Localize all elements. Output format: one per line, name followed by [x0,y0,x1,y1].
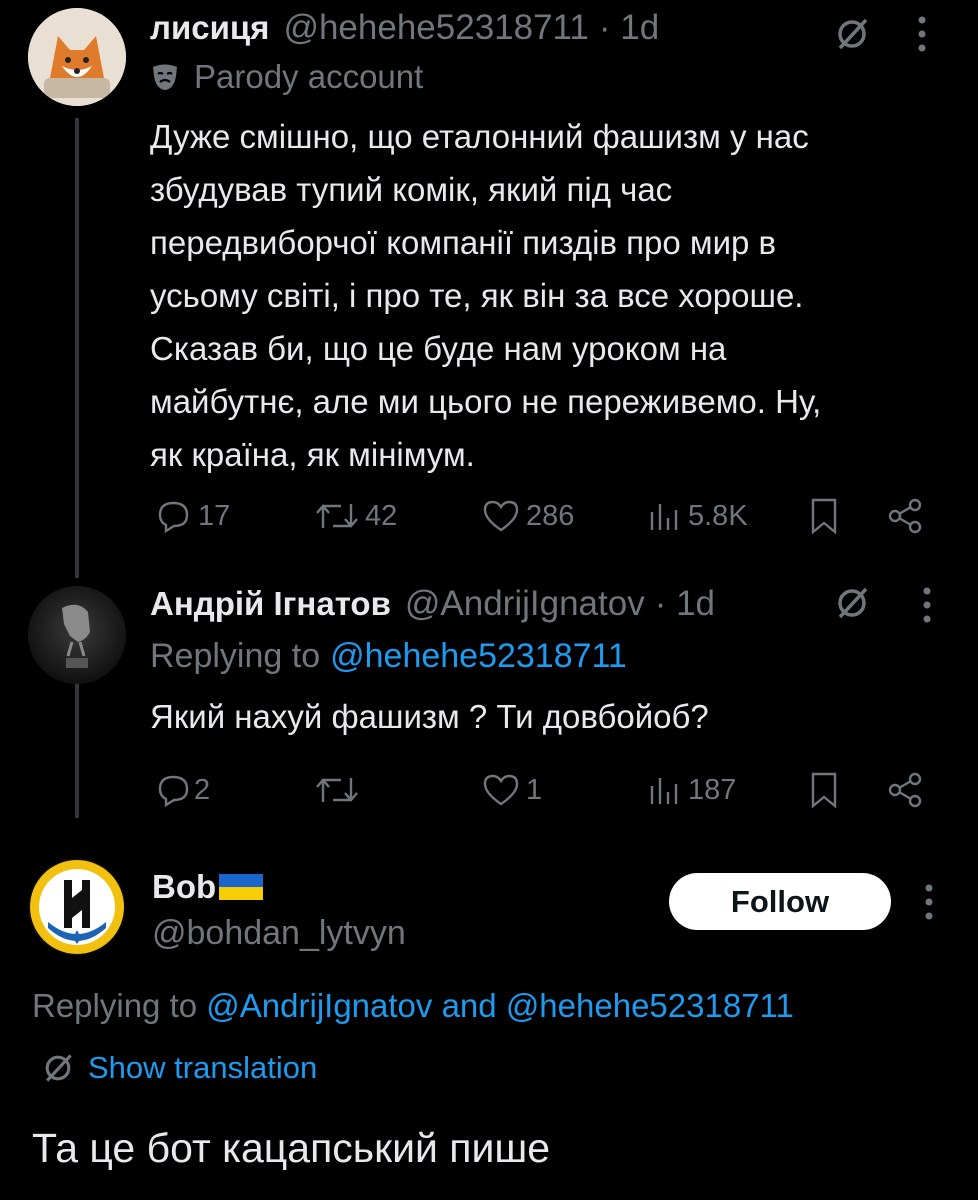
reply-icon [158,775,189,808]
reply-button[interactable]: 17 [156,491,230,541]
show-translation-link[interactable]: Show translation [40,1050,317,1086]
tweet-text: Який нахуй фашизм ? Ти довбойоб? [150,698,709,735]
bookmark-icon [811,772,837,809]
like-button[interactable]: 1 [482,765,542,815]
tweet-actions: 2 1 187 [150,765,930,815]
text-line: майбутнє, але ми цього не переживемо. Ну… [150,383,822,420]
thread-line-2 [75,678,79,818]
parody-label: Parody account [150,58,423,96]
more-options-icon[interactable] [915,12,929,61]
text-line: як країна, як мінімум. [150,436,475,473]
like-button[interactable]: 286 [482,491,574,541]
more-options-icon[interactable] [920,583,934,632]
share-button[interactable] [885,491,925,541]
translate-icon [45,1054,72,1082]
handle[interactable]: @AndrijIgnatov [405,584,645,624]
timestamp[interactable]: · 1d [599,8,659,48]
repost-button[interactable] [315,765,365,815]
timestamp[interactable]: · 1d [655,584,715,624]
display-name-row: Bob [152,868,264,906]
replying-to: Replying to @hehehe52318711 [150,637,627,676]
text-line: збудував тупий комік, який під час [150,171,673,208]
heart-icon [483,774,519,806]
text-line: усьому світі, і про те, як він за все хо… [150,277,804,314]
views-button[interactable]: 5.8K [648,491,748,541]
tweet-header: лисиця @hehehe52318711 · 1d [150,8,659,48]
avatar[interactable] [28,8,126,106]
share-icon [888,772,922,808]
tweet-actions: 17 42 286 5.8K [150,491,930,541]
repost-button[interactable]: 42 [315,491,397,541]
heart-icon [483,500,519,532]
text-line: передвиборчої компанії пиздів про мир в [150,224,777,261]
display-name[interactable]: лисиця [150,9,269,47]
mask-icon [153,64,177,90]
views-button[interactable]: 187 [648,765,736,815]
repost-icon [316,778,358,802]
grok-icon[interactable] [832,583,872,628]
views-icon [650,778,678,804]
share-button[interactable] [885,765,925,815]
display-name[interactable]: Андрій Ігнатов [150,585,391,623]
text-line: Сказав би, що це буде нам уроком на [150,330,727,367]
bookmark-button[interactable] [808,491,840,541]
tweet-text: Дуже смішно, що еталонний фашизм у нас з… [150,110,821,481]
reply-icon [158,501,189,534]
lion-avatar-icon [28,586,126,684]
views-icon [650,504,678,530]
grok-icon[interactable] [832,14,872,59]
mention-link[interactable]: @hehehe52318711 [506,987,794,1024]
bookmark-button[interactable] [808,765,840,815]
follow-button[interactable]: Follow [669,873,891,930]
avatar[interactable] [28,858,126,956]
tweet-header: Андрій Ігнатов @AndrijIgnatov · 1d [150,584,715,624]
fox-avatar-icon [28,8,126,106]
repost-icon [316,504,358,528]
text-line: Дуже смішно, що еталонний фашизм у нас [150,118,809,155]
more-options-icon[interactable] [922,880,936,929]
ukraine-flag-icon [219,874,264,900]
tweet-text: Та це бот кацапський пише [32,1125,551,1171]
mention-link[interactable]: @AndrijIgnatov [206,987,432,1024]
reply-button[interactable]: 2 [156,765,210,815]
mention-link[interactable]: @hehehe52318711 [330,637,627,676]
emblem-avatar-icon [30,860,124,954]
thread-line-1 [75,118,79,578]
handle[interactable]: @bohdan_lytvyn [152,914,406,953]
replying-to: Replying to @AndrijIgnatov and @hehehe52… [32,987,794,1024]
share-icon [888,498,922,534]
display-name[interactable]: Bob [152,868,216,906]
bookmark-icon [811,498,837,535]
handle[interactable]: @hehehe52318711 [283,8,588,48]
avatar[interactable] [28,586,126,684]
